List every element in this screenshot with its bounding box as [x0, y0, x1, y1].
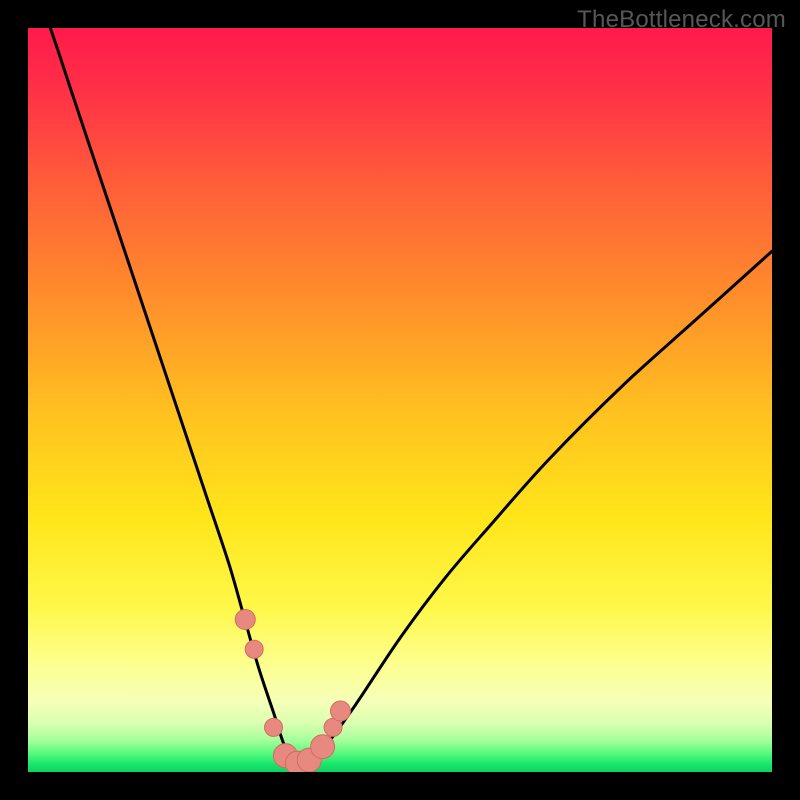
plot-area — [28, 28, 772, 772]
gradient-background — [28, 28, 772, 772]
chart-svg — [28, 28, 772, 772]
highlight-marker — [265, 718, 283, 736]
chart-frame: TheBottleneck.com — [0, 0, 800, 800]
highlight-marker — [311, 735, 335, 759]
highlight-marker — [330, 701, 350, 721]
highlight-marker — [245, 640, 263, 658]
highlight-marker — [235, 609, 255, 629]
watermark-text: TheBottleneck.com — [577, 6, 786, 34]
